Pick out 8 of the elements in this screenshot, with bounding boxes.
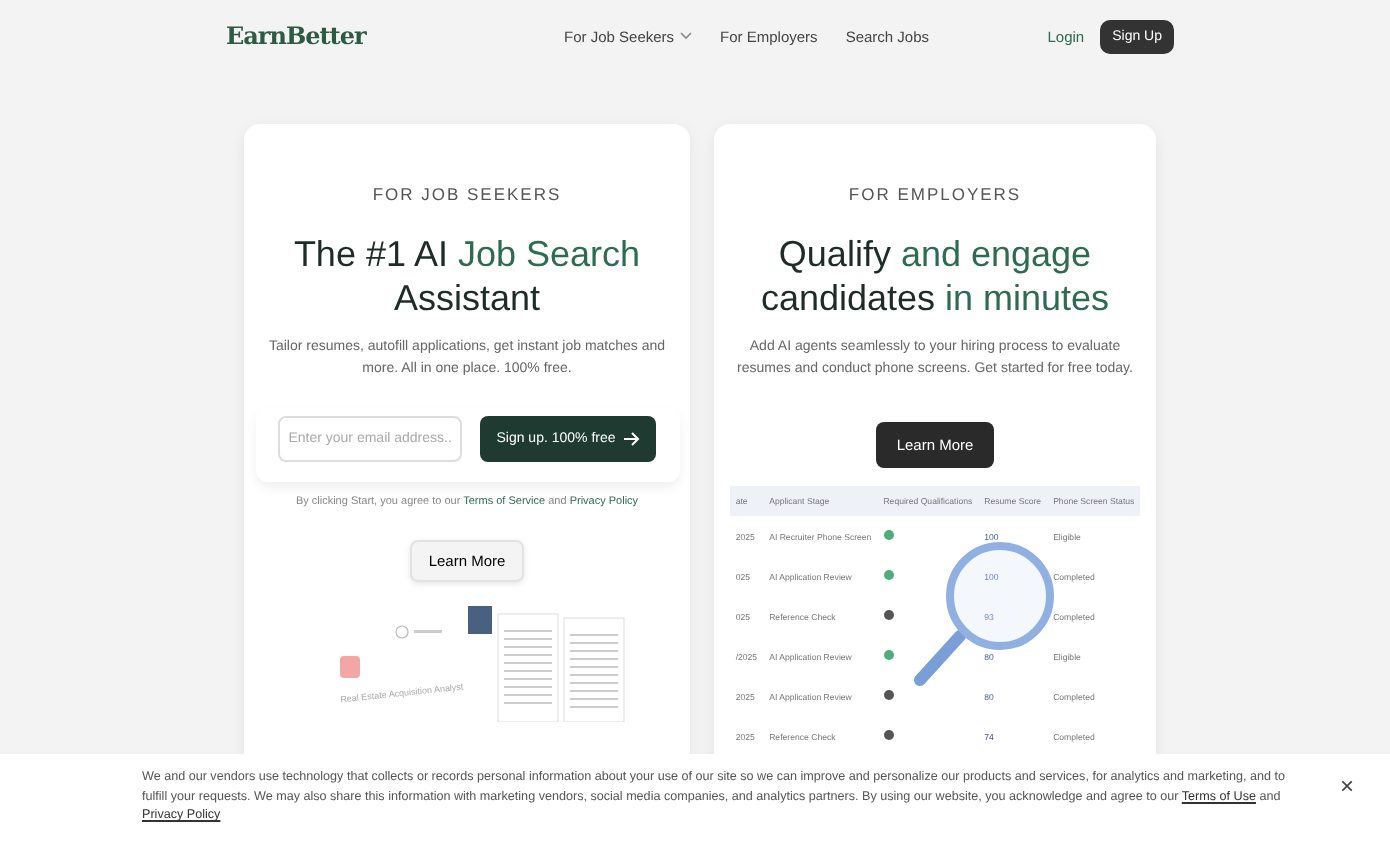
headline: Qualify and engage candidates in minutes: [758, 232, 1112, 320]
chevron-down-icon: [680, 32, 693, 40]
arrow-right-icon: [623, 432, 640, 446]
company-logo: [339, 656, 359, 678]
logo[interactable]: EarnBetter: [226, 22, 366, 50]
section-eyebrow: FOR EMPLOYERS: [848, 184, 1022, 204]
headline: The #1 AI Job Search Assistant: [291, 232, 643, 320]
section-eyebrow: FOR JOB SEEKERS: [372, 184, 562, 204]
